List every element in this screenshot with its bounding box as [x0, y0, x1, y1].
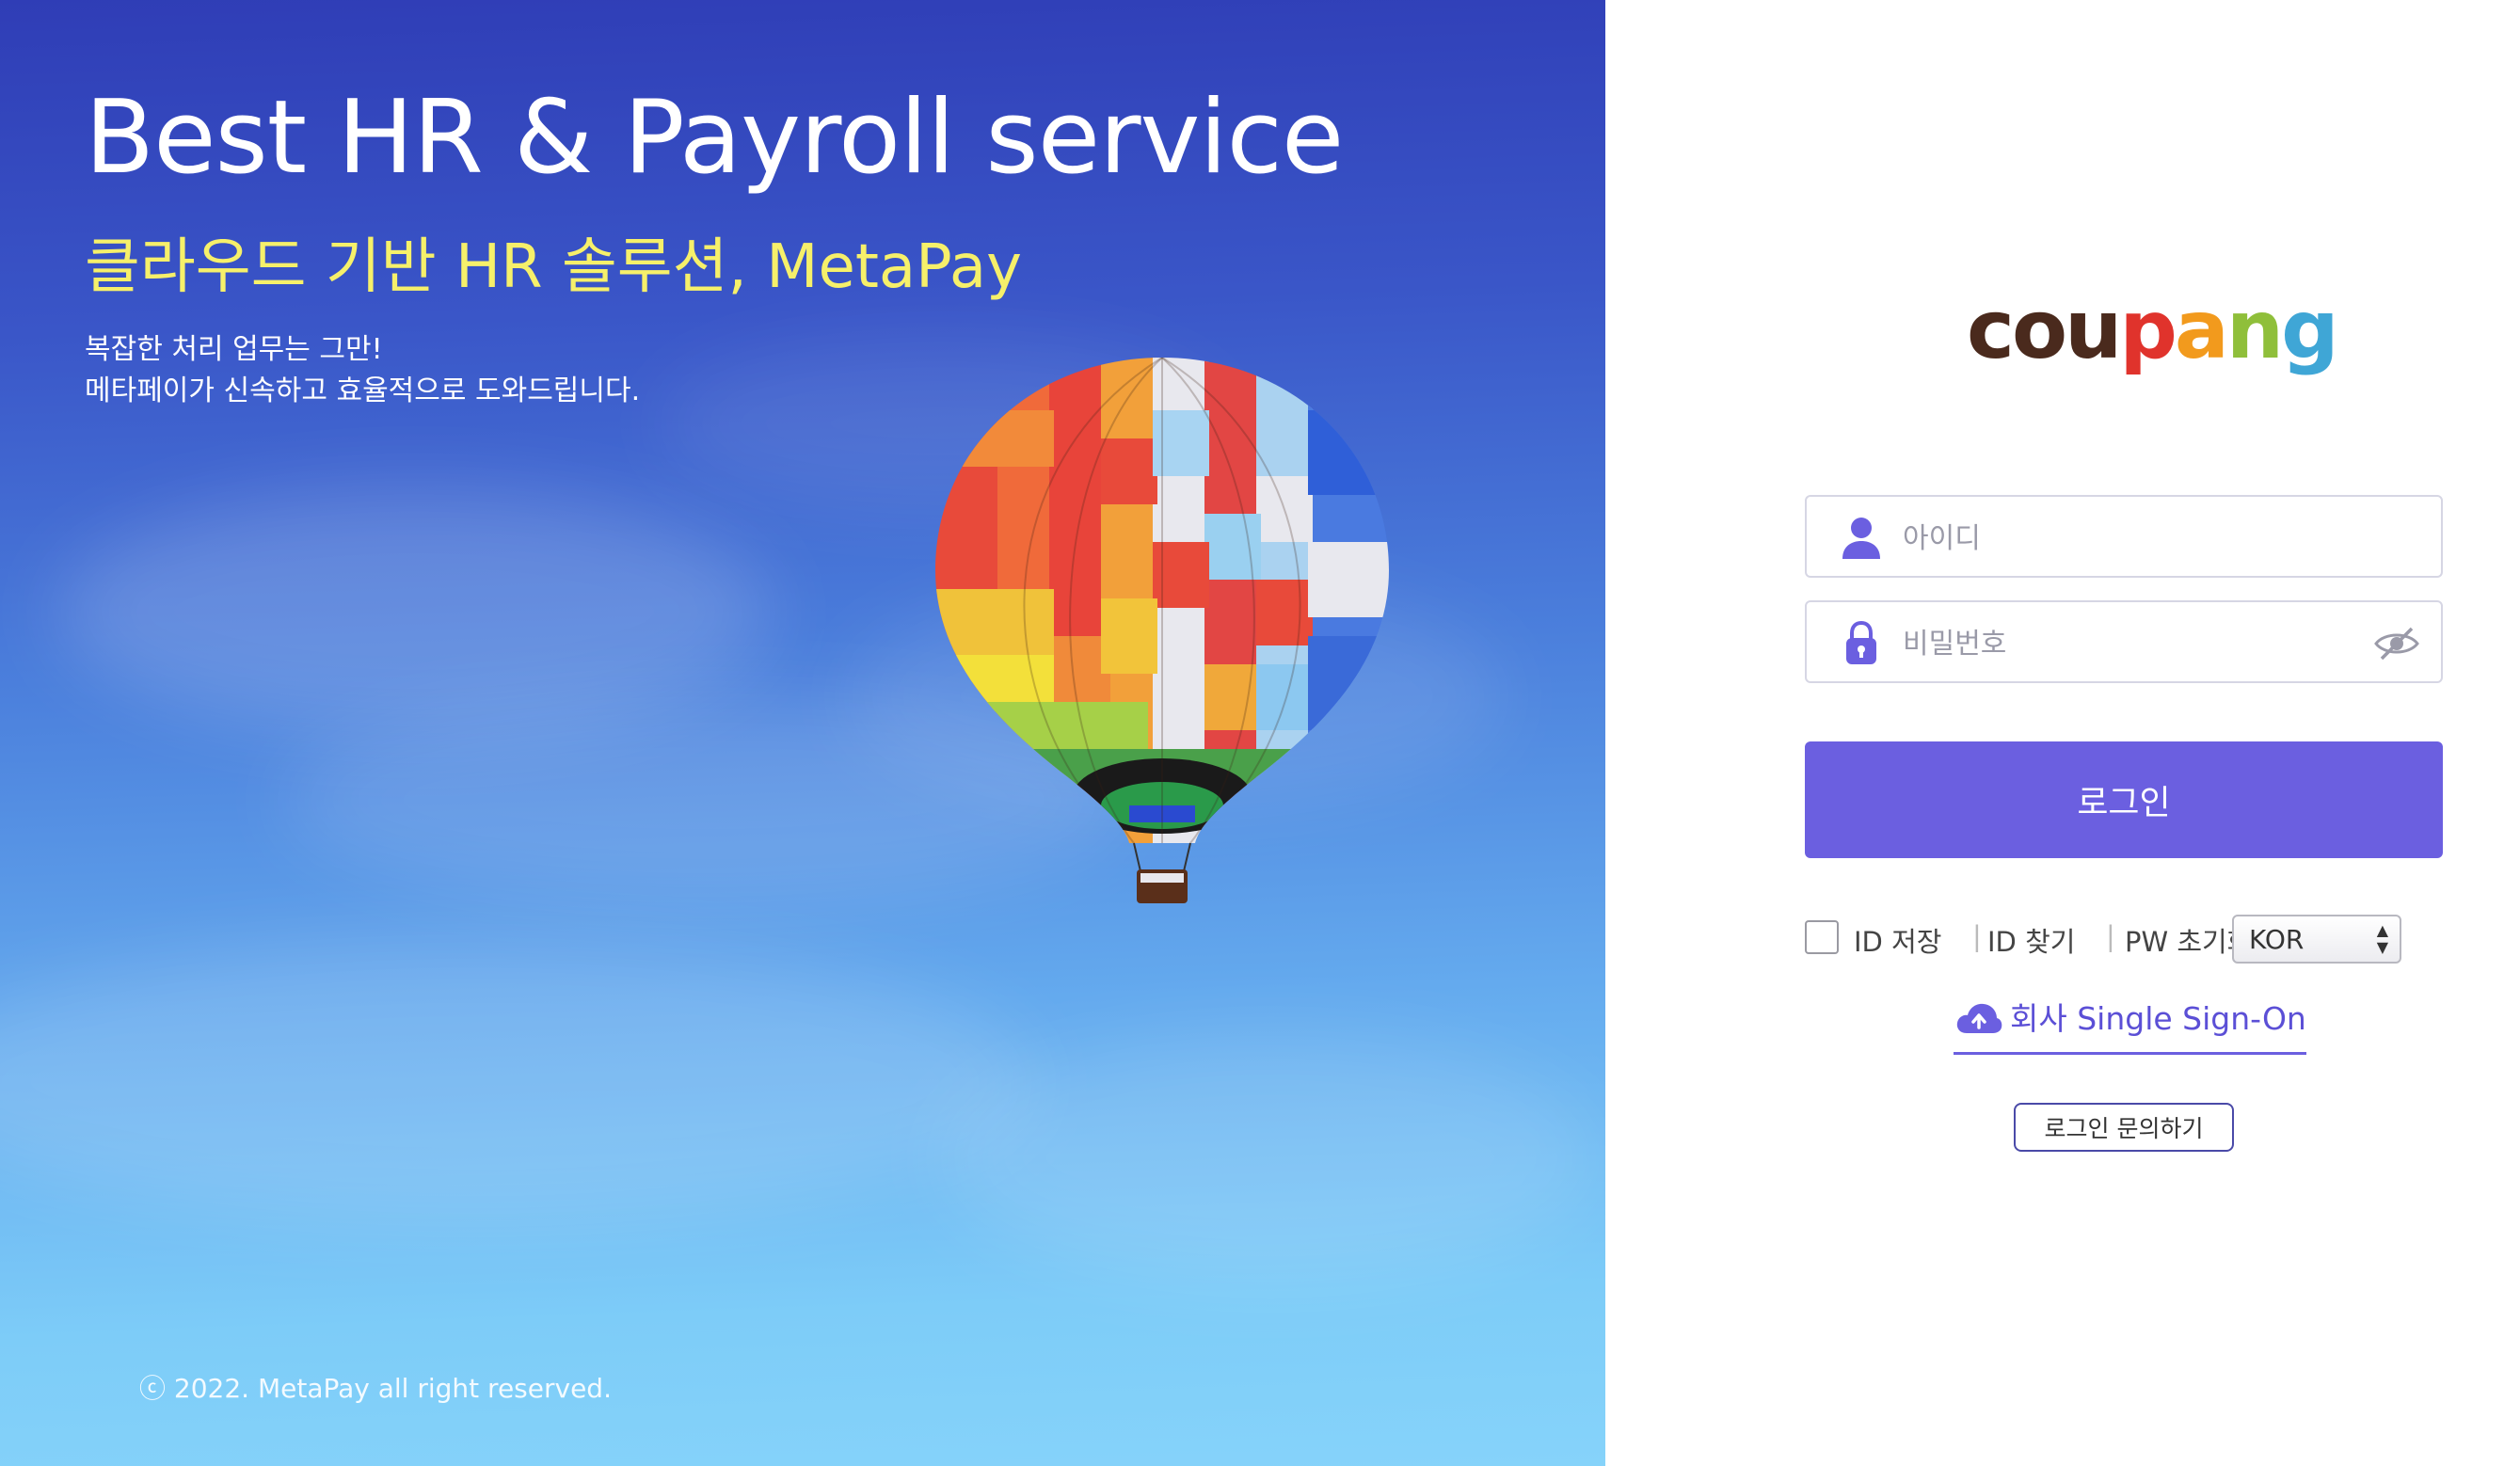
login-button[interactable]: 로그인: [1805, 741, 2443, 858]
sso-link[interactable]: 회사 Single Sign-On: [1954, 996, 2306, 1055]
hot-air-balloon-image: [935, 358, 1389, 903]
save-id-checkbox[interactable]: [1805, 920, 1839, 954]
hero-panel: Best HR & Payroll service 클라우드 기반 HR 솔루션…: [0, 0, 1605, 1466]
password-field[interactable]: [1805, 600, 2443, 683]
hero-title: Best HR & Payroll service: [85, 79, 1344, 197]
hero-description-line: 메타페이가 신속하고 효율적으로 도와드립니다.: [85, 374, 641, 407]
select-arrows-icon: ▲ ▼: [2376, 921, 2388, 956]
coupang-logo: coupang: [1967, 279, 2339, 382]
logo-letter: o: [2011, 283, 2067, 377]
save-id-label[interactable]: ID 저장: [1854, 920, 1941, 960]
separator: |: [2106, 920, 2115, 952]
hero-subtitle: 클라우드 기반 HR 솔루션, MetaPay: [85, 232, 1022, 302]
user-icon: [1842, 518, 1880, 559]
copyright-text: ⓒ 2022. MetaPay all right reserved.: [139, 1373, 612, 1404]
login-inquiry-button[interactable]: 로그인 문의하기: [2014, 1103, 2234, 1152]
password-input[interactable]: [1901, 615, 2356, 672]
id-input[interactable]: [1901, 510, 2356, 566]
cloud: [941, 1035, 1600, 1280]
find-id-link[interactable]: ID 찾기: [1987, 920, 2075, 960]
logo-letter: a: [2174, 283, 2229, 377]
sso-label: 회사 Single Sign-On: [2010, 1000, 2306, 1037]
cloud-upload-icon: [1956, 1003, 2002, 1033]
logo-letter: u: [2065, 283, 2122, 377]
logo-letter: c: [1967, 283, 2015, 377]
hero-description-line: 복잡한 처리 업무는 그만!: [85, 333, 383, 366]
logo-letter: p: [2119, 283, 2177, 377]
language-select[interactable]: KOR ▲ ▼: [2232, 915, 2401, 964]
lock-icon: [1846, 621, 1876, 664]
logo-letter: g: [2281, 283, 2339, 377]
separator: |: [1972, 920, 1982, 952]
language-value: KOR: [2249, 924, 2305, 955]
logo-letter: n: [2225, 283, 2284, 377]
cloud: [0, 941, 1035, 1223]
hero-description: 복잡한 처리 업무는 그만! 메타페이가 신속하고 효율적으로 도와드립니다.: [85, 329, 640, 412]
eye-slash-icon[interactable]: [2373, 625, 2420, 662]
login-panel: coupang 로그인 ID 저장 | ID 찾기 | PW 초기화 KO: [1605, 0, 2520, 1466]
id-field[interactable]: [1805, 495, 2443, 578]
